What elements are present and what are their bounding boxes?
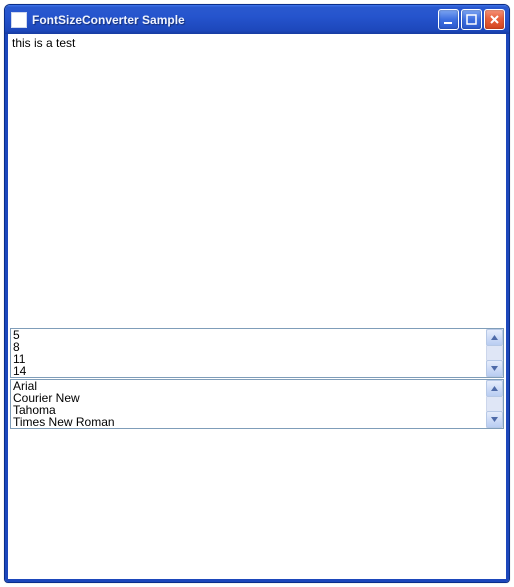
scroll-up-button[interactable] <box>486 380 503 397</box>
scroll-track[interactable] <box>486 346 503 360</box>
list-item[interactable]: 8 <box>11 341 486 353</box>
font-size-listbox[interactable]: 5 8 11 14 <box>10 328 504 378</box>
window-title: FontSizeConverter Sample <box>32 13 438 27</box>
titlebar[interactable]: FontSizeConverter Sample <box>5 5 509 34</box>
scrollbar[interactable] <box>486 380 503 428</box>
list-item[interactable]: Courier New <box>11 392 486 404</box>
font-family-listbox[interactable]: Arial Courier New Tahoma Times New Roman <box>10 379 504 429</box>
scrollbar[interactable] <box>486 329 503 377</box>
scroll-down-button[interactable] <box>486 411 503 428</box>
scroll-down-button[interactable] <box>486 360 503 377</box>
font-size-items: 5 8 11 14 <box>11 329 486 377</box>
close-button[interactable] <box>484 9 505 30</box>
chevron-down-icon <box>490 415 499 424</box>
minimize-icon <box>443 14 454 25</box>
minimize-button[interactable] <box>438 9 459 30</box>
app-window: FontSizeConverter Sample this is a test … <box>4 4 510 583</box>
spacer <box>8 52 506 328</box>
close-icon <box>489 14 500 25</box>
client-area: this is a test 5 8 11 14 Arial <box>5 34 509 582</box>
chevron-down-icon <box>490 364 499 373</box>
sample-text: this is a test <box>8 34 506 52</box>
app-icon <box>11 12 27 28</box>
window-buttons <box>438 9 505 30</box>
list-item[interactable]: 11 <box>11 353 486 365</box>
chevron-up-icon <box>490 333 499 342</box>
scroll-up-button[interactable] <box>486 329 503 346</box>
list-item[interactable]: Arial <box>11 380 486 392</box>
list-item[interactable]: 14 <box>11 365 486 377</box>
list-item[interactable]: Times New Roman <box>11 416 486 428</box>
maximize-icon <box>466 14 477 25</box>
maximize-button[interactable] <box>461 9 482 30</box>
scroll-track[interactable] <box>486 397 503 411</box>
font-family-items: Arial Courier New Tahoma Times New Roman <box>11 380 486 428</box>
chevron-up-icon <box>490 384 499 393</box>
list-item[interactable]: 5 <box>11 329 486 341</box>
